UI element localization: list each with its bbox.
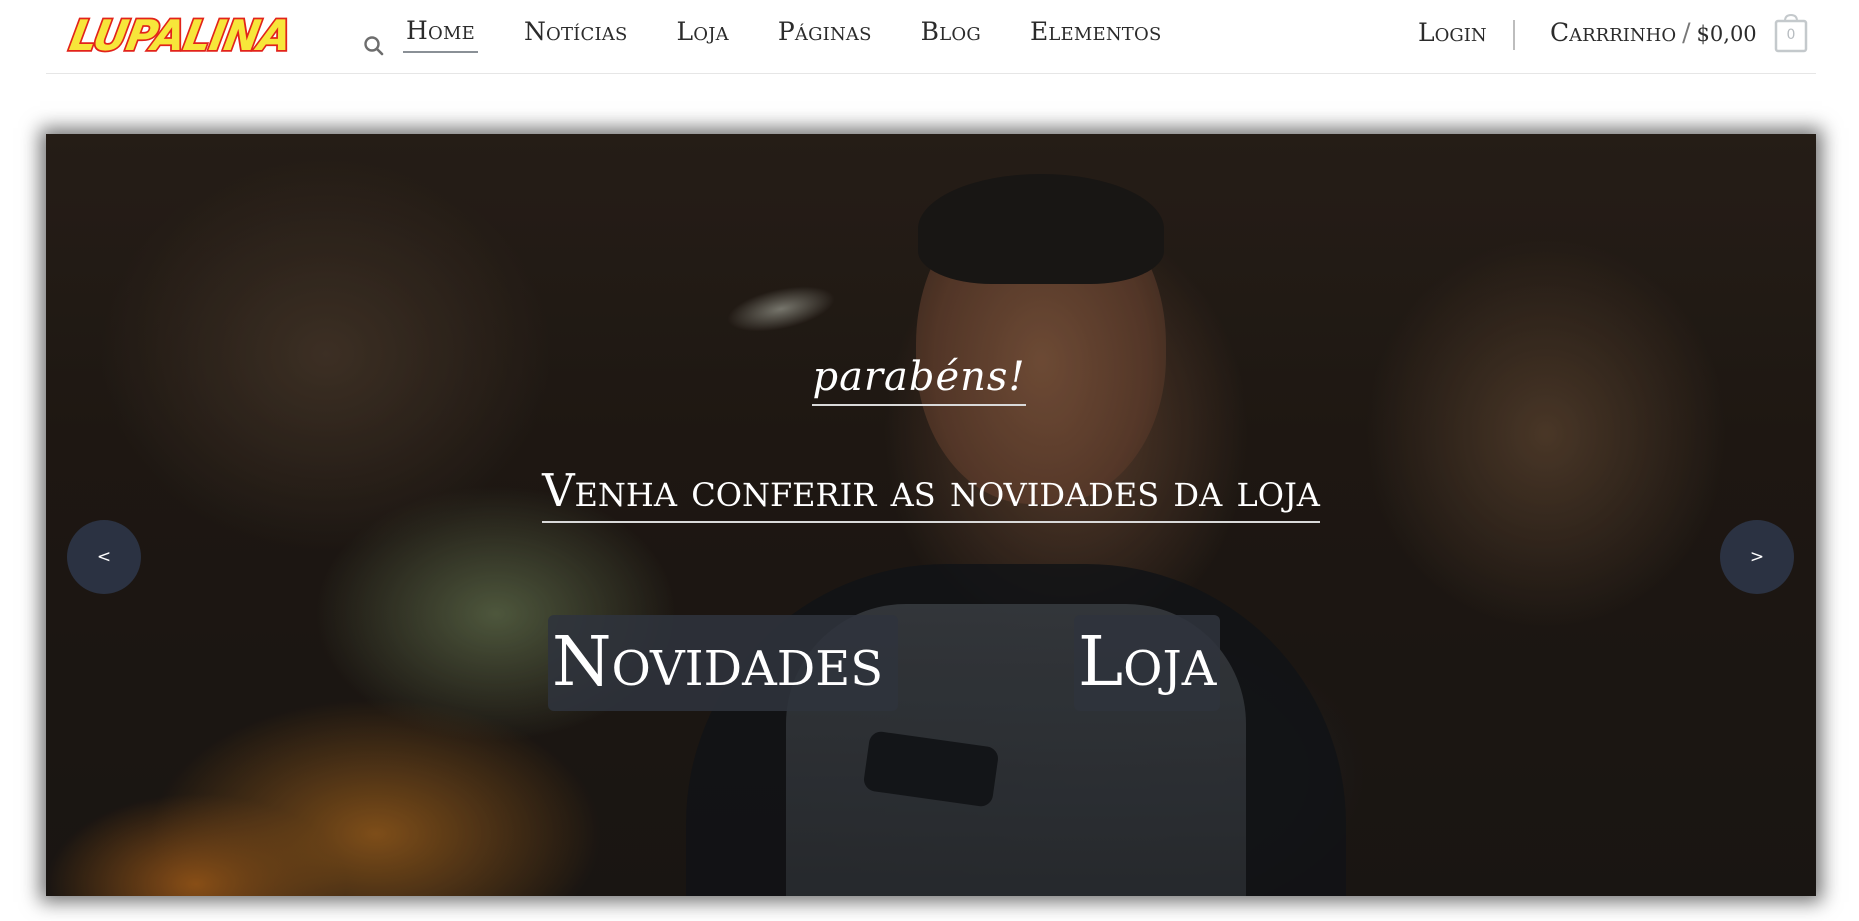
- novidades-button[interactable]: Novidades: [548, 615, 898, 711]
- nav-item-paginas[interactable]: Páginas: [775, 17, 875, 52]
- nav-item-elementos[interactable]: Elementos: [1027, 17, 1165, 52]
- cart-label: Carrrinho: [1550, 18, 1677, 47]
- cart-total: $0,00: [1696, 22, 1757, 46]
- slider-prev-button[interactable]: <: [67, 520, 141, 594]
- cart-separator: /: [1682, 18, 1691, 47]
- nav-item-noticias[interactable]: Notícias: [521, 17, 631, 52]
- search-icon[interactable]: [362, 34, 386, 58]
- hero-overlay: [46, 134, 1816, 896]
- site-logo[interactable]: LUPALINA: [46, 10, 312, 60]
- nav-item-loja[interactable]: Loja: [674, 17, 732, 52]
- nav-item-home[interactable]: Home: [403, 16, 478, 53]
- main-nav: Home Notícias Loja Páginas Blog Elemento…: [403, 0, 1208, 74]
- logo-wordmark: LUPALINA: [64, 10, 296, 60]
- hero-slider: parabéns! Venha conferir as novidades da…: [46, 134, 1816, 896]
- header-divider: [1513, 20, 1515, 50]
- logo-text: LUPALINA: [66, 11, 295, 60]
- slider-next-button[interactable]: >: [1720, 520, 1794, 594]
- cart-count-badge: 0: [1786, 27, 1796, 43]
- shopping-bag-icon[interactable]: 0: [1774, 13, 1808, 53]
- login-link[interactable]: Login: [1418, 18, 1487, 47]
- cart-link[interactable]: Carrrinho / $0,00: [1550, 18, 1757, 47]
- site-header: LUPALINA Home Notícias Loja Páginas Blog…: [46, 0, 1816, 74]
- loja-button[interactable]: Loja: [1074, 615, 1220, 711]
- nav-item-blog[interactable]: Blog: [918, 17, 984, 52]
